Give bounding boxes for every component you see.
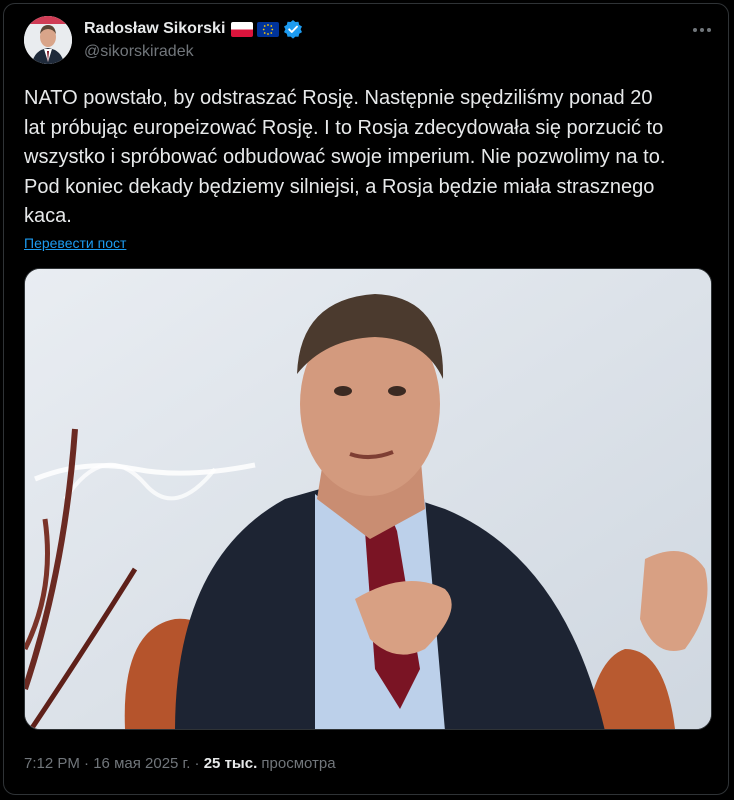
display-name[interactable]: Radosław Sikorski xyxy=(84,20,225,38)
tweet-date[interactable]: 16 мая 2025 г. xyxy=(93,755,190,772)
translate-post-link[interactable]: Перевести пост xyxy=(24,235,126,251)
views-label: просмотра xyxy=(261,755,336,772)
tweet-time[interactable]: 7:12 PM xyxy=(24,755,80,772)
user-handle[interactable]: @sikorskiradek xyxy=(84,43,194,61)
tweet-text: NATO powstało, by odstraszać Rosję. Nast… xyxy=(24,87,666,227)
name-row: Radosław Sikorski xyxy=(84,19,303,39)
photo-illustration xyxy=(25,269,711,729)
verified-badge-icon xyxy=(283,19,303,39)
poland-flag-icon xyxy=(231,21,254,37)
tweet-header: Radosław Sikorski @sikorskiradek xyxy=(24,16,714,66)
tweet-photo[interactable] xyxy=(24,268,712,730)
more-options-icon[interactable] xyxy=(690,20,714,40)
meta-separator: · xyxy=(194,755,200,772)
views-count: 25 тыс. xyxy=(203,755,258,772)
meta-separator: · xyxy=(84,755,90,772)
tweet-meta: 7:12 PM · 16 мая 2025 г. · 25 тыс. просм… xyxy=(24,755,336,772)
avatar[interactable] xyxy=(24,16,72,64)
eu-flag-icon xyxy=(257,21,280,37)
